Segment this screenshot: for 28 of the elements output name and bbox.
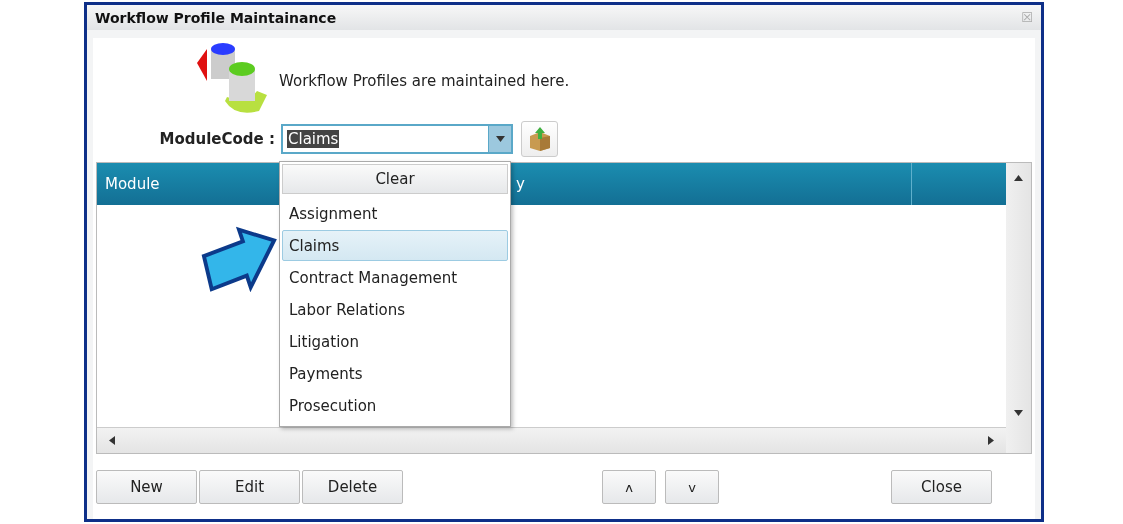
module-code-label: ModuleCode : <box>158 130 275 148</box>
upload-button[interactable] <box>521 121 558 157</box>
dropdown-item[interactable]: Contract Management <box>282 262 508 293</box>
move-button[interactable]: v <box>665 470 719 504</box>
horizontal-scrollbar[interactable] <box>97 427 1006 453</box>
caret-icon <box>495 136 505 142</box>
dropdown-toggle[interactable] <box>488 126 511 152</box>
dropdown-item[interactable]: Litigation <box>282 326 508 357</box>
dropdown-item[interactable]: Assignment <box>282 198 508 229</box>
action-button[interactable]: New <box>96 470 197 504</box>
clear-button[interactable]: Clear <box>282 164 508 194</box>
scroll-down-icon[interactable] <box>1014 410 1023 416</box>
vertical-scrollbar[interactable] <box>1006 163 1031 453</box>
dropdown-item[interactable]: Payments <box>282 358 508 389</box>
action-button[interactable]: Edit <box>199 470 300 504</box>
scroll-left-icon[interactable] <box>109 436 115 445</box>
description-text: Workflow Profiles are maintained here. <box>279 72 570 90</box>
scroll-right-icon[interactable] <box>988 436 994 445</box>
action-button[interactable]: Delete <box>302 470 403 504</box>
close-button[interactable]: Close <box>891 470 992 504</box>
move-button[interactable]: ʌ <box>602 470 656 504</box>
window-title: Workflow Profile Maintainance <box>95 9 337 26</box>
dropdown-item[interactable]: Prosecution <box>282 390 508 421</box>
module-code-combo[interactable]: Claims <box>281 124 513 154</box>
dropdown-item[interactable]: Claims <box>282 230 508 261</box>
dropdown-item[interactable]: Labor Relations <box>282 294 508 325</box>
scroll-up-icon[interactable] <box>1014 175 1023 181</box>
combo-value: Claims <box>287 130 340 148</box>
